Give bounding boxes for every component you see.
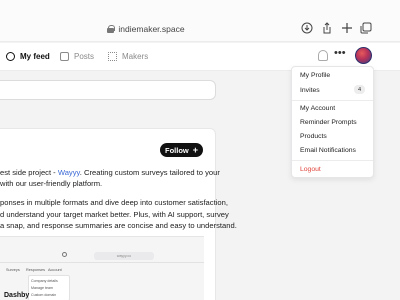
menu-item-invites[interactable]: Invites	[300, 87, 320, 94]
new-tab-icon[interactable]	[340, 21, 354, 35]
menu-item-my-profile[interactable]: My Profile	[300, 72, 330, 79]
address-text: indiemaker.space	[118, 24, 185, 34]
notification-bell-icon[interactable]	[318, 50, 328, 61]
menu-item-reminder-prompts[interactable]: Reminder Prompts	[300, 119, 357, 126]
maker-description: est side project - Wayyy. Creating custo…	[0, 168, 220, 188]
product-link[interactable]: Wayyy	[58, 168, 80, 177]
feed-icon	[6, 52, 15, 61]
preview-tab-surveys: Surveys	[6, 268, 20, 272]
preview-tab-responses: Responses	[26, 268, 45, 272]
posts-icon	[60, 52, 69, 61]
preview-address-bar: wayyy.co	[94, 252, 154, 260]
menu-item-logout[interactable]: Logout	[300, 166, 321, 173]
lock-icon	[107, 25, 116, 33]
preview-tab-account: Account	[48, 268, 62, 272]
preview-divider	[0, 262, 204, 263]
menu-divider	[292, 160, 373, 161]
maker-description-extended: ponses in multiple formats and dive deep…	[0, 198, 237, 230]
tabs-overview-icon[interactable]	[359, 21, 373, 35]
invites-count-badge: 4	[354, 85, 365, 94]
menu-divider	[292, 100, 373, 101]
address-bar[interactable]: indiemaker.space	[0, 20, 292, 38]
preview-menu-item: Custom domain	[31, 293, 57, 297]
preview-menu-item: Manage team	[31, 286, 53, 290]
download-icon[interactable]	[300, 21, 314, 35]
preview-menu-item: Company details	[31, 279, 58, 283]
menu-item-my-account[interactable]: My Account	[300, 105, 335, 112]
preview-title: Dashby	[4, 292, 30, 299]
makers-icon	[108, 52, 117, 61]
share-icon[interactable]	[320, 21, 334, 35]
menu-item-products[interactable]: Products	[300, 133, 327, 140]
follow-button[interactable]: Follow +	[160, 143, 203, 157]
tab-my-feed[interactable]: My feed	[6, 52, 50, 61]
menu-item-email-notifications[interactable]: Email Notifications	[300, 147, 356, 154]
user-avatar[interactable]	[355, 47, 372, 64]
preview-theme-icon	[62, 252, 67, 257]
plus-icon: +	[192, 144, 198, 155]
tab-makers[interactable]: Makers	[108, 52, 148, 61]
more-options-icon[interactable]: •••	[334, 47, 346, 59]
search-input[interactable]	[0, 80, 216, 100]
tab-posts[interactable]: Posts	[60, 52, 94, 61]
